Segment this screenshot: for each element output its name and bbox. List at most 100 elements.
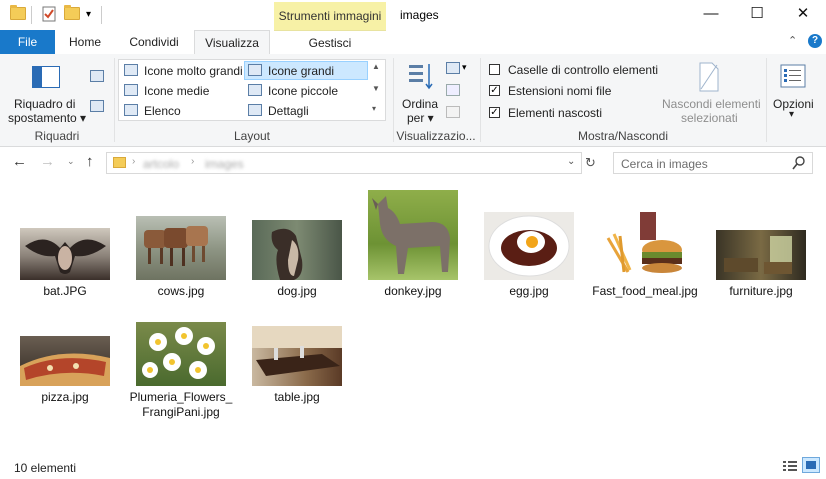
layout-small-icons[interactable]: Icone piccole [268, 84, 338, 98]
ribbon: Riquadro di spostamento ▾ Riquadri Icone… [0, 54, 826, 147]
layout-list[interactable]: Elenco [144, 104, 181, 118]
folder-icon [113, 157, 126, 168]
bat-thumbnail [20, 228, 110, 280]
qat-separator [31, 6, 32, 24]
breadcrumb-chevron-icon[interactable]: › [132, 156, 135, 167]
gallery-scroll-down-icon[interactable]: ▼ [372, 84, 380, 93]
layout-details[interactable]: Dettagli [268, 104, 309, 118]
file-name: Plumeria_Flowers_FrangiPani.jpg [129, 390, 233, 419]
ribbon-tab-bar: File Home Condividi Visualizza Gestisci … [0, 30, 826, 55]
breadcrumb-segment[interactable]: artcolo [143, 157, 179, 171]
file-item-dog[interactable]: dog.jpg [242, 220, 352, 299]
layout-medium-icons[interactable]: Icone medie [144, 84, 209, 98]
up-arrow-icon[interactable]: ↑ [86, 153, 94, 170]
preview-pane-icon[interactable] [90, 70, 104, 82]
folder-icon[interactable] [10, 5, 26, 20]
item-count: 10 elementi [14, 461, 77, 475]
properties-icon[interactable] [42, 6, 56, 25]
group-label-panes: Riquadri [34, 129, 80, 143]
file-item-pizza[interactable]: pizza.jpg [10, 336, 120, 405]
address-bar[interactable]: › artcolo › images ⌄ [106, 152, 582, 174]
tab-home[interactable]: Home [58, 30, 112, 54]
refresh-icon[interactable]: ↻ [585, 155, 596, 171]
gallery-scroll-up-icon[interactable]: ▲ [372, 62, 380, 71]
context-tab-group-title: Strumenti immagini [274, 2, 386, 30]
large-icons-view-icon[interactable] [802, 457, 820, 473]
file-extensions-label[interactable]: Estensioni nomi file [508, 84, 611, 98]
hide-selected-label-2: selezionati [681, 111, 738, 125]
fast-food-thumbnail [600, 210, 690, 280]
back-arrow-icon[interactable]: ← [12, 153, 27, 170]
hide-selected-label-1: Nascondi elementi [662, 97, 761, 111]
tab-file[interactable]: File [0, 30, 55, 54]
address-history-icon[interactable]: ⌄ [567, 156, 575, 167]
details-view-icon[interactable] [782, 459, 798, 473]
search-input[interactable]: Cerca in images [621, 157, 708, 171]
layout-extra-large-icons[interactable]: Icone molto grandi [144, 64, 243, 78]
collapse-ribbon-icon[interactable]: ⌃ [788, 34, 797, 47]
layout-large-icons[interactable]: Icone grandi [268, 64, 334, 78]
forward-arrow-icon[interactable]: → [40, 153, 55, 170]
group-label-layout: Layout [233, 129, 271, 143]
file-item-fast-food[interactable]: Fast_food_meal.jpg [590, 210, 700, 299]
file-item-donkey[interactable]: donkey.jpg [358, 190, 468, 299]
hide-selected-icon [698, 62, 720, 95]
ribbon-separator [766, 58, 767, 142]
close-button[interactable]: ✕ [780, 0, 826, 30]
help-icon[interactable]: ? [808, 34, 822, 48]
group-label-current-view: Visualizzazio... [396, 129, 476, 143]
qat-customize-icon[interactable]: ▾ [86, 9, 91, 20]
options-dropdown-icon[interactable]: ▾ [789, 109, 794, 120]
size-columns-icon[interactable] [446, 106, 460, 118]
navigation-pane-label-2[interactable]: spostamento ▾ [8, 111, 86, 125]
search-box[interactable]: Cerca in images [613, 152, 813, 174]
item-checkboxes-label[interactable]: Caselle di controllo elementi [508, 63, 658, 77]
file-name: table.jpg [274, 390, 320, 404]
tab-view[interactable]: Visualizza [194, 30, 270, 55]
ribbon-separator [480, 58, 481, 142]
cows-thumbnail [136, 216, 226, 280]
qat-separator [101, 6, 102, 24]
window-title: images [400, 8, 439, 22]
breadcrumb-chevron-icon[interactable]: › [191, 156, 194, 167]
file-item-cows[interactable]: cows.jpg [126, 216, 236, 299]
details-pane-icon[interactable] [90, 100, 104, 112]
item-checkboxes-checkbox[interactable] [489, 64, 500, 75]
maximize-button[interactable]: ☐ [734, 0, 780, 30]
breadcrumb-segment[interactable]: images [205, 157, 244, 171]
gallery-expand-icon[interactable]: ▾ [372, 104, 376, 113]
file-name: egg.jpg [509, 284, 549, 298]
dog-thumbnail [252, 220, 342, 280]
file-item-furniture[interactable]: furniture.jpg [706, 230, 816, 299]
group-by-dropdown-icon[interactable]: ▾ [462, 62, 467, 73]
recent-locations-icon[interactable]: ⌄ [67, 156, 75, 167]
tab-share[interactable]: Condividi [118, 30, 190, 54]
medium-icons-icon [124, 84, 138, 96]
file-item-plumeria[interactable]: Plumeria_Flowers_FrangiPani.jpg [126, 322, 236, 420]
add-columns-icon[interactable] [446, 84, 460, 96]
options-icon[interactable] [780, 64, 806, 91]
hidden-items-checkbox[interactable]: ✓ [489, 107, 500, 118]
file-item-egg[interactable]: egg.jpg [474, 212, 584, 299]
hidden-items-label[interactable]: Elementi nascosti [508, 106, 602, 120]
extra-large-icons-icon [124, 64, 138, 76]
table-thumbnail [252, 326, 342, 386]
file-item-bat[interactable]: bat.JPG [10, 228, 120, 299]
file-name: bat.JPG [43, 284, 87, 298]
group-by-icon[interactable] [446, 62, 460, 74]
sort-by-label-2[interactable]: per ▾ [407, 111, 434, 125]
navigation-pane-icon[interactable] [32, 66, 60, 88]
file-list: bat.JPG cows.jpg dog.jpg donkey.jpg egg.… [0, 180, 826, 452]
ribbon-separator [114, 58, 115, 142]
navigation-pane-label-1[interactable]: Riquadro di [14, 97, 75, 111]
sort-by-label-1[interactable]: Ordina [402, 97, 438, 111]
file-name: cows.jpg [157, 284, 205, 298]
file-name: pizza.jpg [41, 390, 89, 404]
search-icon[interactable] [792, 155, 806, 174]
minimize-button[interactable]: — [688, 0, 734, 30]
tab-manage[interactable]: Gestisci [274, 30, 386, 55]
new-folder-icon[interactable] [64, 5, 80, 20]
file-item-table[interactable]: table.jpg [242, 326, 352, 405]
sort-by-icon[interactable] [408, 62, 434, 90]
file-extensions-checkbox[interactable]: ✓ [489, 85, 500, 96]
